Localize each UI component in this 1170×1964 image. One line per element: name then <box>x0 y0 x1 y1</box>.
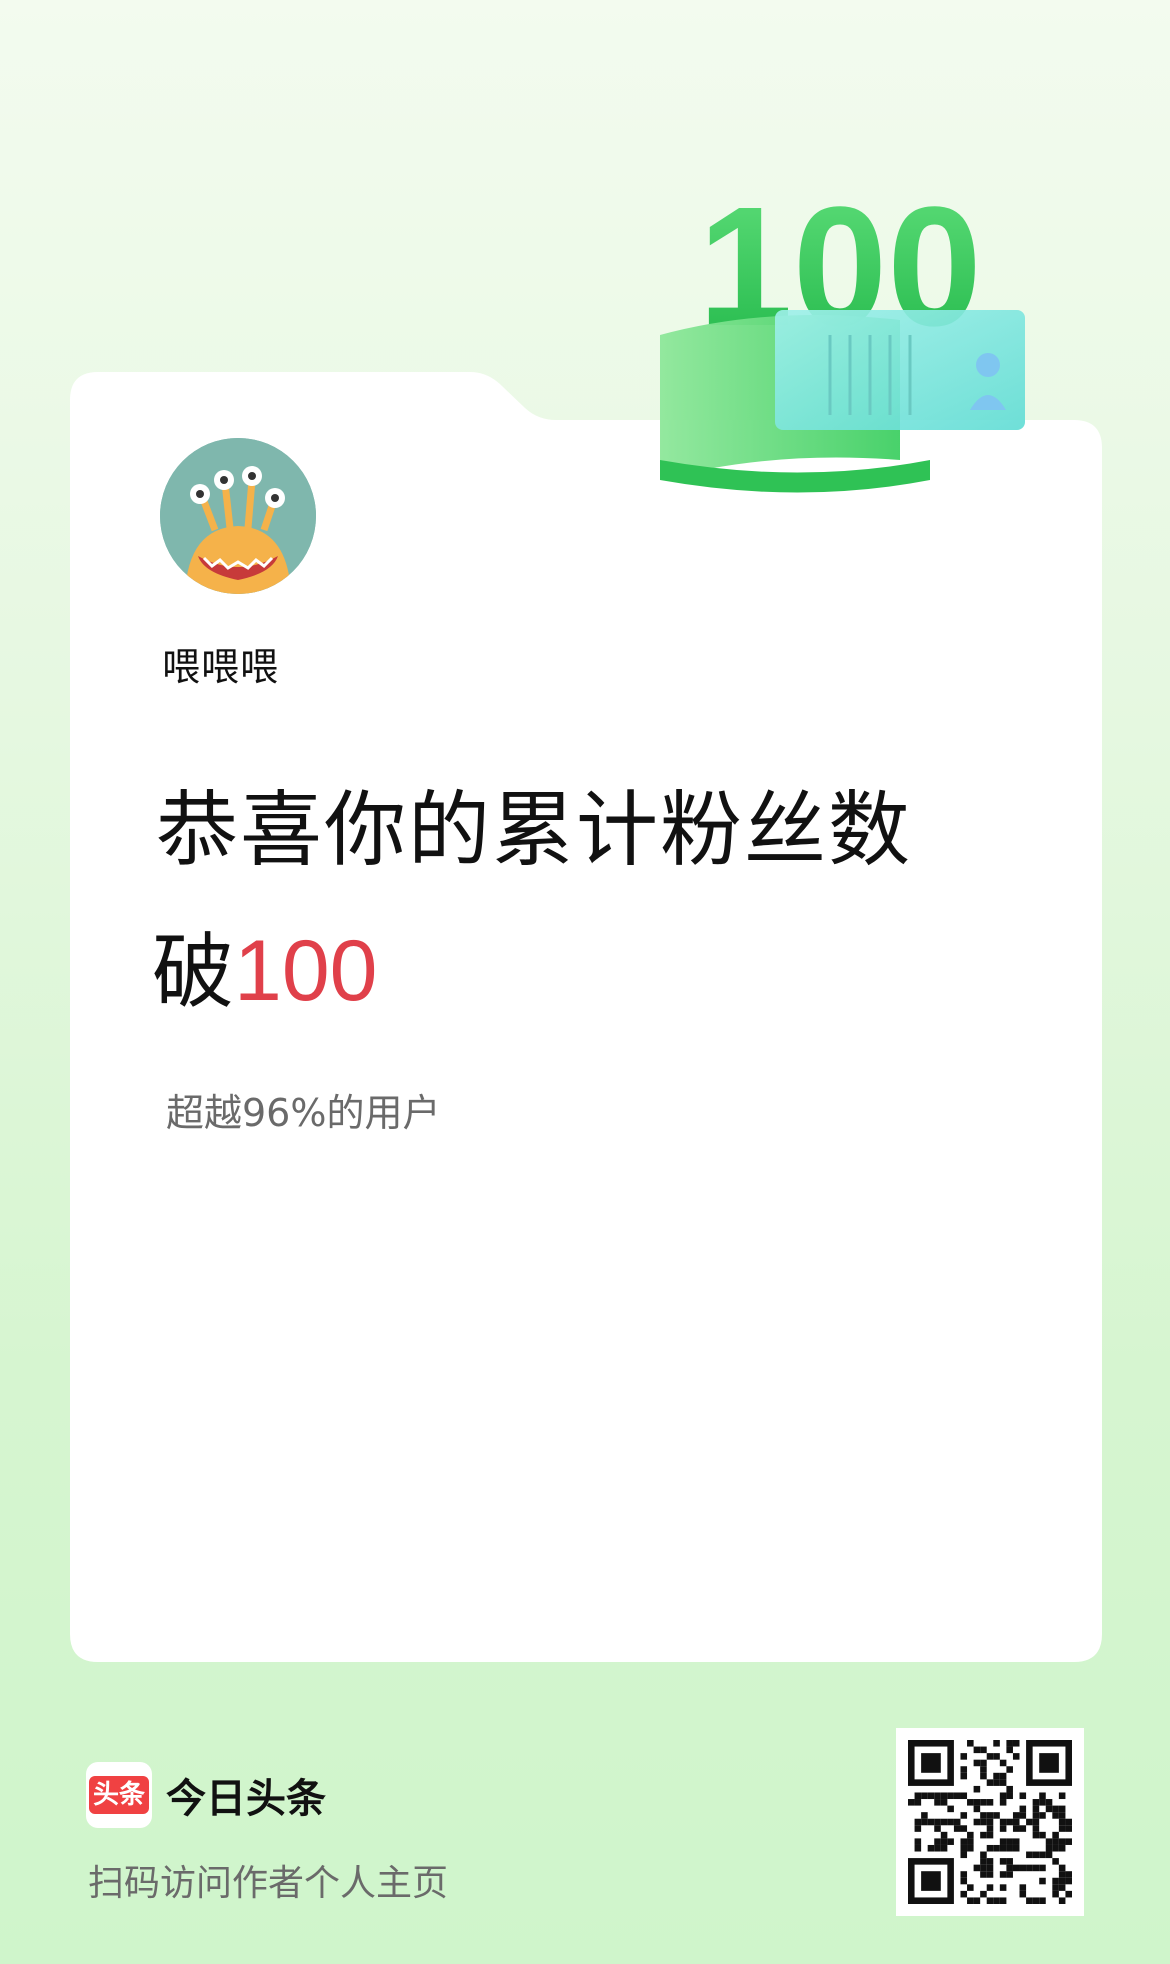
milestone-prefix: 破 <box>152 925 235 1020</box>
scan-tip: 扫码访问作者个人主页 <box>88 1863 449 1904</box>
qr-code-icon[interactable] <box>896 1728 1084 1916</box>
toutiao-logo-icon: 头条 <box>86 1762 152 1828</box>
headline-milestone: 破100 <box>152 928 378 1014</box>
username: 喂喂喂 <box>162 645 280 689</box>
app-brand: 头条 今日头条 <box>86 1762 326 1828</box>
app-name: 今日头条 <box>166 1776 326 1822</box>
rank-subtitle: 超越96%的用户 <box>166 1091 441 1135</box>
milestone-number: 100 <box>234 923 378 1019</box>
app-logo-text: 头条 <box>88 1776 149 1814</box>
headline-title: 恭喜你的累计粉丝数 <box>156 783 913 878</box>
monster-avatar-icon <box>160 438 316 594</box>
avatar[interactable] <box>160 438 316 594</box>
qr-code-pattern <box>908 1740 1072 1904</box>
badge-100-icon: 100 <box>660 172 1025 493</box>
